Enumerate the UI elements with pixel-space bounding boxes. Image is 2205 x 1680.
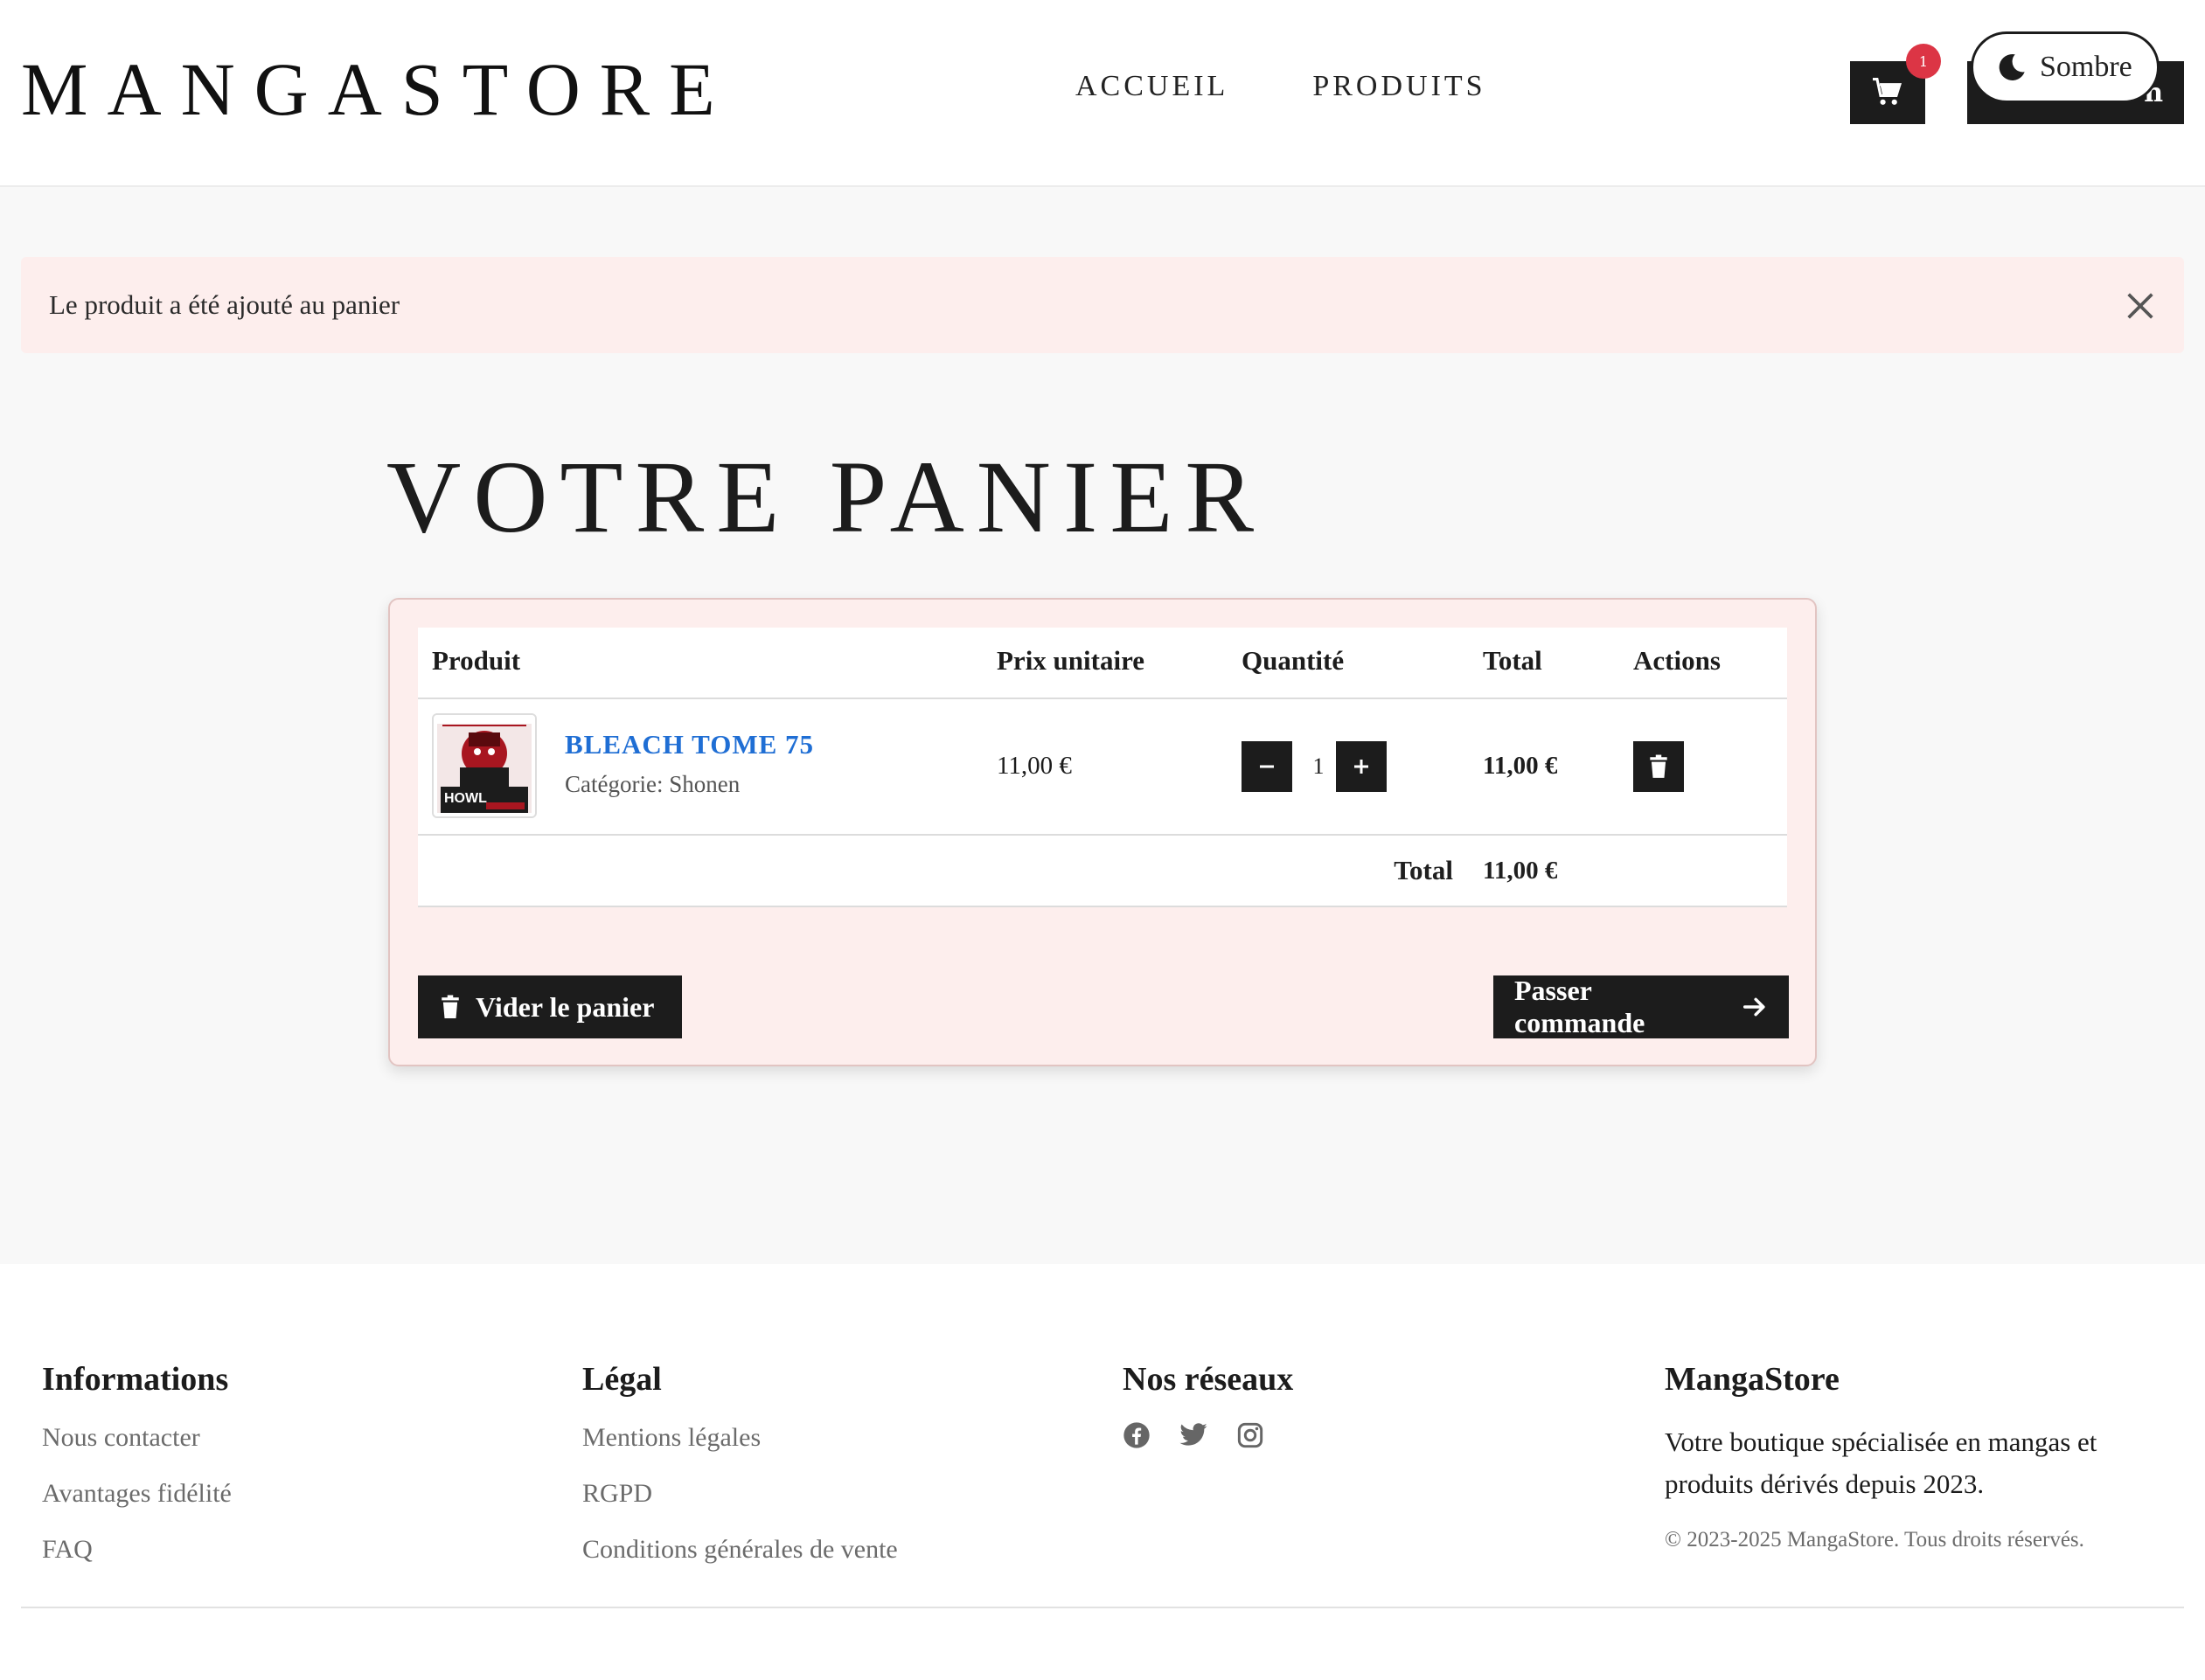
footer-link-cgv[interactable]: Conditions générales de vente	[582, 1533, 898, 1566]
footer-link-rgpd[interactable]: RGPD	[582, 1477, 898, 1510]
instagram-icon[interactable]	[1236, 1421, 1264, 1449]
footer-link-avantages[interactable]: Avantages fidélité	[42, 1477, 232, 1510]
theme-toggle-label: Sombre	[2040, 51, 2132, 83]
empty-cart-label: Vider le panier	[476, 990, 655, 1023]
footer-col-about: MangaStore Votre boutique spécialisée en…	[1665, 1360, 2154, 1552]
moon-icon	[1999, 53, 2025, 80]
brand-logo[interactable]: MANGASTORE	[21, 45, 734, 133]
plus-icon	[1354, 760, 1368, 774]
delete-item-button[interactable]	[1633, 741, 1684, 792]
cart-icon	[1873, 78, 1902, 105]
cart-table: Produit Prix unitaire Quantité Total Act…	[418, 628, 1787, 907]
table-header-row: Produit Prix unitaire Quantité Total Act…	[418, 628, 1787, 699]
alert-message: Le produit a été ajouté au panier	[49, 289, 400, 320]
twitter-icon[interactable]	[1179, 1421, 1208, 1449]
theme-toggle[interactable]: Sombre	[1971, 31, 2160, 103]
main-content: Le produit a été ajouté au panier VOTRE …	[0, 187, 2205, 1264]
arrow-right-icon	[1743, 997, 1765, 1017]
trash-icon	[1650, 754, 1667, 778]
quantity-increase-button[interactable]	[1336, 741, 1387, 792]
thumb-text: HOWL	[444, 791, 487, 806]
manga-cover-image: HOWL	[434, 715, 535, 816]
checkout-button[interactable]: Passer commande	[1493, 975, 1789, 1038]
footer-heading-legal: Légal	[582, 1361, 662, 1398]
close-icon[interactable]	[2123, 288, 2158, 323]
success-alert: Le produit a été ajouté au panier	[21, 257, 2184, 353]
checkout-label: Passer commande	[1514, 975, 1645, 1038]
column-header-quantite: Quantité	[1242, 645, 1345, 676]
column-header-prix-unitaire: Prix unitaire	[997, 645, 1145, 676]
footer-heading-about: MangaStore	[1665, 1361, 1840, 1398]
facebook-icon[interactable]	[1123, 1421, 1151, 1449]
column-header-produit: Produit	[432, 645, 521, 676]
footer-heading-social: Nos réseaux	[1123, 1361, 1294, 1398]
cart-total-label: Total	[1394, 855, 1453, 885]
product-category: Catégorie: Shonen	[565, 771, 741, 797]
footer-col-legal: Légal Mentions légales RGPD Conditions g…	[582, 1360, 898, 1589]
product-name-link[interactable]: BLEACH TOME 75	[565, 729, 814, 760]
trash-icon	[442, 995, 459, 1018]
cart-card: Produit Prix unitaire Quantité Total Act…	[388, 598, 1817, 1066]
social-links	[1123, 1421, 1293, 1449]
footer-col-social: Nos réseaux	[1123, 1360, 1293, 1449]
nav-accueil[interactable]: ACCUEIL	[1075, 70, 1228, 103]
footer-heading-informations: Informations	[42, 1361, 229, 1398]
quantity-decrease-button[interactable]	[1242, 741, 1292, 792]
table-row: HOWL BLEACH TOME 75 Catégorie: Shonen 11…	[418, 699, 1787, 836]
cart-total-row: Total 11,00 €	[418, 836, 1787, 907]
cart-total-value: 11,00 €	[1483, 857, 1558, 885]
footer-link-faq[interactable]: FAQ	[42, 1533, 232, 1566]
footer-col-informations: Informations Nous contacter Avantages fi…	[42, 1360, 232, 1589]
unit-price: 11,00 €	[997, 752, 1072, 780]
footer-copyright: © 2023-2025 MangaStore. Tous droits rése…	[1665, 1528, 2084, 1552]
site-header: MANGASTORE ACCUEIL PRODUITS 1 n Sombre	[0, 0, 2205, 187]
footer-divider	[21, 1607, 2184, 1608]
footer-link-contact[interactable]: Nous contacter	[42, 1421, 232, 1454]
empty-cart-button[interactable]: Vider le panier	[418, 975, 682, 1038]
main-nav: ACCUEIL PRODUITS	[1075, 70, 1486, 103]
column-header-total: Total	[1483, 645, 1542, 676]
minus-icon	[1260, 765, 1274, 768]
line-total: 11,00 €	[1483, 752, 1558, 780]
footer-link-mentions[interactable]: Mentions légales	[582, 1421, 898, 1454]
footer-about-text: Votre boutique spécialisée en mangas et …	[1665, 1427, 2097, 1499]
cart-count-badge: 1	[1906, 44, 1941, 79]
page-title: VOTRE PANIER	[386, 440, 1267, 554]
quantity-value: 1	[1312, 753, 1325, 779]
column-header-actions: Actions	[1633, 645, 1721, 676]
product-thumbnail[interactable]: HOWL	[432, 713, 537, 818]
nav-produits[interactable]: PRODUITS	[1312, 70, 1485, 103]
site-footer: Informations Nous contacter Avantages fi…	[0, 1264, 2205, 1680]
